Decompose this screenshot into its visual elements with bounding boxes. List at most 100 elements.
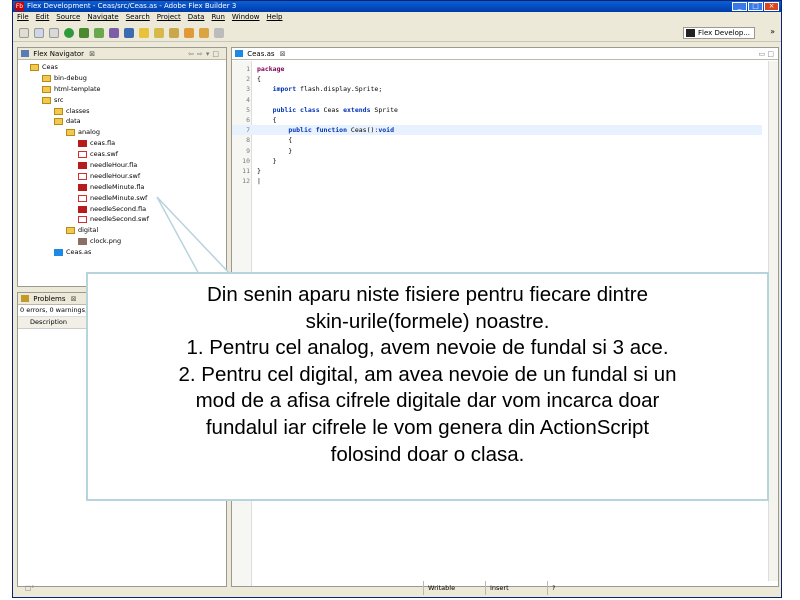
tree-item[interactable]: data xyxy=(18,116,226,127)
save-icon[interactable] xyxy=(34,27,44,38)
swf-file-icon xyxy=(78,151,87,159)
maximize-button[interactable]: □ xyxy=(748,2,763,11)
tree-item-label: data xyxy=(66,117,81,126)
code-text: | xyxy=(257,176,261,186)
window-title: Flex Development - Ceas/src/Ceas.as - Ad… xyxy=(27,2,237,10)
code-token: extends xyxy=(343,105,371,114)
project-tree: Ceas bin-debug html-template src classes data… xyxy=(18,60,226,258)
last-edit-icon[interactable] xyxy=(184,27,194,38)
tree-item[interactable]: digital xyxy=(18,225,226,236)
tree-item[interactable]: needleMinute.fla xyxy=(18,182,226,193)
code-line[interactable]: 6 { xyxy=(232,115,762,125)
tree-item[interactable]: src xyxy=(18,95,226,106)
menu-item-source[interactable]: Source xyxy=(56,12,80,23)
code-text: package xyxy=(257,64,284,74)
search-icon[interactable] xyxy=(154,27,164,38)
back-icon[interactable] xyxy=(199,27,209,38)
code-line[interactable]: 11} xyxy=(232,166,762,176)
line-number: 5 xyxy=(246,105,250,114)
menu-item-file[interactable]: File xyxy=(17,12,29,23)
minimize-button[interactable]: _ xyxy=(732,2,747,11)
tree-item[interactable]: needleHour.fla xyxy=(18,160,226,171)
tree-item[interactable]: classes xyxy=(18,106,226,117)
flex-navigator-tab[interactable]: Flex Navigator ⊠ ⇦⇨▾□ xyxy=(18,48,226,60)
menu-item-window[interactable]: Window xyxy=(232,12,260,23)
code-line[interactable]: 5 public class Ceas extends Sprite xyxy=(232,105,762,115)
run-icon[interactable] xyxy=(64,27,74,38)
tree-item[interactable]: ceas.swf xyxy=(18,149,226,160)
code-line[interactable]: 2{ xyxy=(232,74,762,84)
wand-icon[interactable] xyxy=(139,27,149,38)
callout-line: 1. Pentru cel analog, avem nevoie de fun… xyxy=(186,336,669,360)
folder-icon xyxy=(66,227,75,235)
tree-item[interactable]: analog xyxy=(18,127,226,138)
status-bar: □° Writable Insert ? xyxy=(13,581,781,595)
export-icon[interactable] xyxy=(109,27,119,38)
code-line[interactable]: 10 } xyxy=(232,156,762,166)
tree-item-label: ceas.swf xyxy=(90,150,118,159)
close-tab-icon[interactable]: ⊠ xyxy=(71,295,77,303)
folder-icon xyxy=(66,129,75,137)
tree-item[interactable]: html-template xyxy=(18,84,226,95)
code-line[interactable]: 1 package xyxy=(232,64,762,74)
code-line[interactable]: 9 } xyxy=(232,146,762,156)
tree-item[interactable]: Ceas xyxy=(18,62,226,73)
code-token: { xyxy=(257,75,261,84)
new-file-icon[interactable] xyxy=(19,27,29,38)
code-token: Ceas(): xyxy=(347,126,379,135)
editor-maximize-icons[interactable]: ▭ □ xyxy=(759,48,774,60)
tree-item[interactable]: ceas.fla xyxy=(18,138,226,149)
tree-item[interactable]: clock.png xyxy=(18,236,226,247)
tree-item-label: needleHour.swf xyxy=(90,171,141,180)
callout-line: skin-urile(formele) noastre. xyxy=(305,309,550,333)
perspective-switcher[interactable]: Flex Develop... xyxy=(682,27,755,39)
profile-icon[interactable] xyxy=(94,27,104,38)
code-line[interactable]: 4 xyxy=(232,95,762,105)
menu-item-edit[interactable]: Edit xyxy=(36,12,50,23)
problems-icon xyxy=(21,295,29,302)
menu-item-search[interactable]: Search xyxy=(126,12,150,23)
code-line[interactable]: 7 public function Ceas():void xyxy=(232,125,762,136)
editor-tab-ceas-as[interactable]: Ceas.as ⊠ ▭ □ xyxy=(232,48,778,60)
code-text: public function Ceas():void xyxy=(257,125,394,135)
print-icon[interactable] xyxy=(49,27,59,38)
close-button[interactable]: × xyxy=(764,2,779,11)
close-tab-icon[interactable]: ⊠ xyxy=(280,50,286,58)
forward-icon[interactable] xyxy=(214,27,224,38)
flex-navigator-panel: Flex Navigator ⊠ ⇦⇨▾□ Ceas bin-debug html-… xyxy=(17,47,227,287)
tree-item[interactable]: needleSecond.swf xyxy=(18,214,226,225)
tree-item[interactable]: needleHour.swf xyxy=(18,171,226,182)
debug-icon[interactable] xyxy=(79,27,89,38)
menu-item-data[interactable]: Data xyxy=(188,12,205,23)
close-tab-icon[interactable]: ⊠ xyxy=(89,50,95,58)
editor-tab-label: Ceas.as xyxy=(247,50,275,58)
tree-item[interactable]: bin-debug xyxy=(18,73,226,84)
menu-item-run[interactable]: Run xyxy=(211,12,224,23)
next-annotation-icon[interactable] xyxy=(169,27,179,38)
external-tools-icon[interactable] xyxy=(124,27,134,38)
tree-item[interactable]: needleSecond.fla xyxy=(18,204,226,215)
title-bar[interactable]: Fb Flex Development - Ceas/src/Ceas.as -… xyxy=(13,1,781,12)
tree-item[interactable]: needleMinute.swf xyxy=(18,193,226,204)
callout-line: folosind doar o clasa. xyxy=(330,442,525,466)
code-token: Ceas xyxy=(319,105,344,114)
code-line[interactable]: 8 { xyxy=(232,135,762,145)
line-number: 12 xyxy=(242,177,250,186)
tree-item-label: needleMinute.fla xyxy=(90,182,145,191)
menu-item-project[interactable]: Project xyxy=(157,12,181,23)
code-token: Sprite xyxy=(370,105,398,114)
view-menu-icons[interactable]: ⇦⇨▾□ xyxy=(188,48,222,60)
tree-item[interactable]: Ceas.as xyxy=(18,247,226,258)
image-file-icon xyxy=(78,238,87,246)
code-text: } xyxy=(257,146,292,156)
line-number: 8 xyxy=(246,136,250,145)
menu-item-help[interactable]: Help xyxy=(267,12,283,23)
code-line[interactable]: 12 | xyxy=(232,176,762,186)
code-line[interactable]: 3 import flash.display.Sprite; xyxy=(232,84,762,94)
tree-item-label: Ceas.as xyxy=(66,248,92,257)
toolbar-overflow-chevron[interactable]: » xyxy=(770,27,775,36)
menu-item-navigate[interactable]: Navigate xyxy=(87,12,118,23)
vertical-scrollbar[interactable] xyxy=(768,61,778,581)
callout-line: fundalul iar cifrele le vom genera din A… xyxy=(205,415,650,439)
